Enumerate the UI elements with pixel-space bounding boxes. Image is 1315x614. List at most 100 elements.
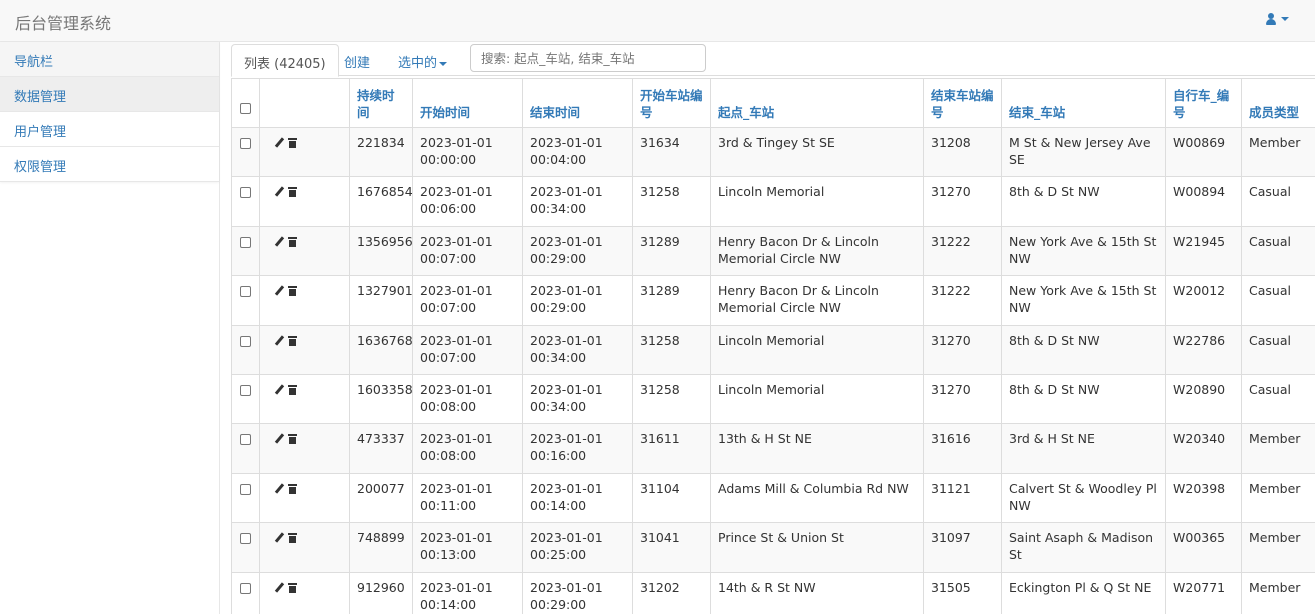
trash-icon[interactable] xyxy=(288,138,297,148)
table-cell-start-id: 31611 xyxy=(632,423,711,474)
table-cell-end-id: 31270 xyxy=(923,324,1002,375)
trash-icon[interactable] xyxy=(288,434,297,445)
select-all-checkbox[interactable] xyxy=(240,103,251,114)
sidebar-item-permissions[interactable]: 权限管理 xyxy=(0,147,219,182)
table-row: 1636768 2023-01-01 00:07:00 2023-01-01 00:… xyxy=(231,324,1315,375)
actions-header xyxy=(259,78,350,128)
trash-icon[interactable] xyxy=(288,483,297,494)
trash-icon[interactable] xyxy=(288,286,297,297)
column-header[interactable]: 结束车站编号 xyxy=(923,78,1002,128)
pencil-icon[interactable] xyxy=(275,583,284,593)
table-cell-end-id: 31270 xyxy=(923,176,1002,227)
table-cell-duration: 473337 xyxy=(349,423,413,474)
table-row: 1356956 2023-01-01 00:07:00 2023-01-01 00:… xyxy=(231,225,1315,277)
table-cell-member: Member xyxy=(1241,522,1315,573)
trash-icon[interactable] xyxy=(288,187,297,198)
table-row: 1603358 2023-01-01 00:08:00 2023-01-01 00:… xyxy=(231,373,1315,425)
row-actions xyxy=(259,423,350,474)
table-cell-start: 2023-01-01 00:00:00 xyxy=(412,126,523,178)
row-select-cell xyxy=(231,423,260,474)
table-cell-start-id: 31258 xyxy=(632,373,711,425)
table-cell-member: Member xyxy=(1241,472,1315,524)
table-cell-bike: W20340 xyxy=(1165,423,1242,474)
row-checkbox[interactable] xyxy=(240,187,251,199)
row-checkbox[interactable] xyxy=(240,533,251,545)
column-header[interactable]: 成员类型 xyxy=(1241,78,1315,128)
pencil-icon[interactable] xyxy=(275,237,284,247)
row-actions xyxy=(259,472,350,524)
column-header[interactable]: 结束_车站 xyxy=(1001,78,1166,128)
table-cell-end-station: Calvert St & Woodley Pl NW xyxy=(1001,472,1166,524)
sidebar-item-data[interactable]: 数据管理 xyxy=(0,77,219,112)
trash-icon[interactable] xyxy=(288,236,297,247)
table-cell-start-station: Adams Mill & Columbia Rd NW xyxy=(710,472,924,524)
table-cell-end: 2023-01-01 00:34:00 xyxy=(522,324,633,375)
table-row: 473337 2023-01-01 00:08:00 2023-01-01 00:1… xyxy=(231,423,1315,474)
pencil-icon[interactable] xyxy=(275,533,284,543)
caret-down-icon xyxy=(439,61,448,66)
table-cell-start-station: Henry Bacon Dr & Lincoln Memorial Circle… xyxy=(710,275,924,326)
column-header[interactable]: 开始车站编号 xyxy=(632,78,711,128)
table-cell-start-id: 31258 xyxy=(632,176,711,227)
row-checkbox[interactable] xyxy=(240,434,251,446)
pencil-icon[interactable] xyxy=(275,434,284,444)
row-checkbox[interactable] xyxy=(240,582,251,594)
table-cell-start-id: 31258 xyxy=(632,324,711,375)
table-cell-member: Casual xyxy=(1241,176,1315,227)
pencil-icon[interactable] xyxy=(275,138,284,148)
table-cell-end-id: 31270 xyxy=(923,373,1002,425)
row-checkbox[interactable] xyxy=(240,286,251,298)
table-cell-start: 2023-01-01 00:07:00 xyxy=(412,275,523,326)
tab-list[interactable]: 列表 (42405) xyxy=(231,44,339,77)
row-actions xyxy=(259,324,350,375)
app-title[interactable]: 后台管理系统 xyxy=(15,10,111,34)
pencil-icon[interactable] xyxy=(275,484,284,494)
row-select-cell xyxy=(231,324,260,375)
row-checkbox[interactable] xyxy=(240,384,251,396)
table-cell-member: Member xyxy=(1241,423,1315,474)
row-actions xyxy=(259,225,350,277)
row-select-cell xyxy=(231,225,260,277)
table-cell-duration: 1327901 xyxy=(349,275,413,326)
column-header[interactable]: 自行车_编号 xyxy=(1165,78,1242,128)
trash-icon[interactable] xyxy=(288,335,297,346)
row-checkbox[interactable] xyxy=(240,483,251,495)
caret-down-icon xyxy=(1281,17,1289,21)
table-cell-end: 2023-01-01 00:14:00 xyxy=(522,472,633,524)
table-cell-end-station: M St & New Jersey Ave SE xyxy=(1001,126,1166,178)
column-header[interactable]: 起点_车站 xyxy=(710,78,924,128)
row-checkbox[interactable] xyxy=(240,138,251,149)
table-cell-start: 2023-01-01 00:06:00 xyxy=(412,176,523,227)
table-cell-bike: W20012 xyxy=(1165,275,1242,326)
column-header[interactable]: 持续时间 xyxy=(349,78,413,128)
sidebar-menu: 导航栏 数据管理 用户管理 权限管理 xyxy=(0,42,219,182)
pencil-icon[interactable] xyxy=(275,286,284,296)
tab-selected[interactable]: 选中的 xyxy=(386,44,459,77)
sidebar-item-users[interactable]: 用户管理 xyxy=(0,112,219,147)
pencil-icon[interactable] xyxy=(275,187,284,197)
trash-icon[interactable] xyxy=(288,582,297,593)
table-cell-start: 2023-01-01 00:13:00 xyxy=(412,522,523,573)
trash-icon[interactable] xyxy=(288,384,297,395)
column-header[interactable]: 开始时间 xyxy=(412,78,523,128)
trash-icon[interactable] xyxy=(288,533,297,544)
sidebar-item-nav[interactable]: 导航栏 xyxy=(0,42,219,77)
row-checkbox[interactable] xyxy=(240,236,251,248)
row-select-cell xyxy=(231,275,260,326)
user-menu[interactable] xyxy=(1265,13,1289,25)
search-input[interactable] xyxy=(470,44,706,72)
tab-create[interactable]: 创建 xyxy=(332,44,382,77)
pencil-icon[interactable] xyxy=(275,336,284,346)
table-cell-start-station: Prince St & Union St xyxy=(710,522,924,573)
pencil-icon[interactable] xyxy=(275,385,284,395)
table-cell-end-id: 31222 xyxy=(923,275,1002,326)
table-cell-start: 2023-01-01 00:11:00 xyxy=(412,472,523,524)
row-select-cell xyxy=(231,126,260,178)
table-row: 912960 2023-01-01 00:14:00 2023-01-01 00:2… xyxy=(231,571,1315,614)
table-cell-duration: 1356956 xyxy=(349,225,413,277)
row-checkbox[interactable] xyxy=(240,335,251,347)
table-cell-start-station: Lincoln Memorial xyxy=(710,373,924,425)
column-header[interactable]: 结束时间 xyxy=(522,78,633,128)
row-actions xyxy=(259,571,350,614)
row-select-cell xyxy=(231,522,260,573)
